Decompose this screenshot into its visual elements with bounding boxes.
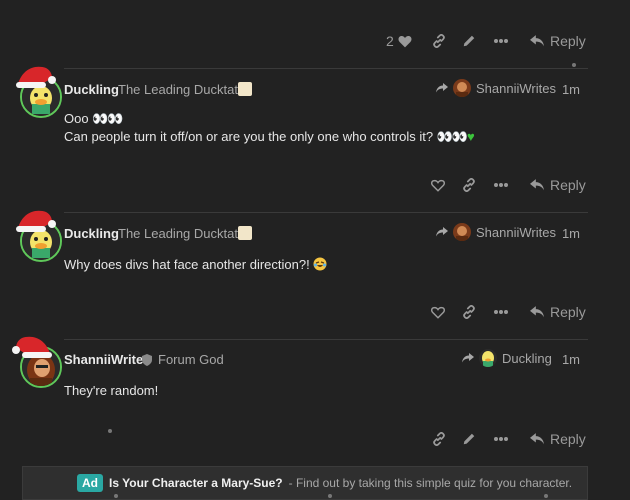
- post-actions: Reply: [0, 170, 630, 200]
- green-heart-emoji: ♥: [467, 129, 475, 144]
- user-avatar[interactable]: [16, 210, 62, 262]
- santa-hat-icon: [12, 336, 52, 358]
- share-arrow-icon: [436, 83, 448, 93]
- reply-to-username: ShanniiWrites: [476, 224, 556, 240]
- copy-link-button[interactable]: [462, 297, 476, 327]
- like-button[interactable]: [431, 297, 445, 327]
- ad-banner[interactable]: Ad Is Your Character a Mary-Sue? - Find …: [22, 466, 588, 500]
- reply-button[interactable]: Reply: [530, 297, 586, 327]
- reply-button[interactable]: Reply: [530, 424, 586, 454]
- post-1: Duckling The Leading Ducktator ShanniiWr…: [0, 66, 630, 214]
- user-avatar[interactable]: [16, 66, 62, 118]
- ad-badge: Ad: [77, 474, 103, 492]
- decorative-dot: [114, 494, 118, 498]
- post-actions-top: 2 Reply: [0, 26, 630, 56]
- post-actions: Reply: [0, 424, 630, 454]
- share-arrow-icon: [462, 353, 474, 363]
- decorative-dot: [544, 494, 548, 498]
- crying-laugh-emoji: [313, 257, 327, 272]
- more-icon: [494, 310, 508, 314]
- more-icon: [494, 39, 508, 43]
- post-user-title: Forum God: [158, 352, 224, 367]
- share-arrow-icon: [436, 227, 448, 237]
- post-body-line: Ooo: [64, 111, 89, 126]
- link-icon: [433, 432, 445, 446]
- shield-icon: [142, 354, 152, 366]
- ad-title[interactable]: Is Your Character a Mary-Sue?: [109, 476, 283, 490]
- ad-text: - Find out by taking this simple quiz fo…: [288, 476, 573, 490]
- copy-link-button[interactable]: [432, 424, 446, 454]
- memo-badge-icon: [238, 82, 252, 96]
- copy-link-button[interactable]: [462, 170, 476, 200]
- reply-to-username: Duckling: [502, 350, 552, 366]
- reply-to-avatar: [453, 79, 471, 97]
- post-user-title: The Leading Ducktator: [118, 226, 250, 241]
- heart-icon: [398, 35, 412, 47]
- post-body-line: Can people turn it off/on or are you the…: [64, 129, 434, 144]
- heart-icon: [431, 306, 445, 319]
- reply-to-tab[interactable]: ShanniiWrites: [436, 223, 556, 241]
- edit-button[interactable]: [462, 424, 476, 454]
- post-3: ShanniiWrites Forum God Duckling 1m They…: [0, 336, 630, 464]
- more-icon: [494, 183, 508, 187]
- like-count: 2: [386, 33, 394, 49]
- like-button[interactable]: [431, 170, 445, 200]
- eyes-emoji: 👀👀: [92, 111, 123, 126]
- reply-icon: [530, 179, 544, 191]
- reply-to-username: ShanniiWrites: [476, 80, 556, 96]
- reply-to-tab[interactable]: ShanniiWrites: [436, 79, 556, 97]
- post-divider: [64, 68, 588, 69]
- link-icon: [463, 178, 475, 192]
- pencil-icon: [463, 35, 475, 47]
- heart-icon: [431, 179, 445, 192]
- post-username[interactable]: Duckling: [64, 82, 119, 97]
- decorative-dot: [572, 63, 576, 67]
- post-body: Why does divs hat face another direction…: [64, 256, 327, 274]
- copy-link-button[interactable]: [432, 26, 446, 56]
- reply-label: Reply: [550, 177, 586, 193]
- post-body-line: They're random!: [64, 383, 159, 398]
- santa-hat-icon: [16, 210, 56, 232]
- eyes-emoji: 👀👀: [436, 129, 468, 144]
- decorative-dot: [328, 494, 332, 498]
- pencil-icon: [463, 433, 475, 445]
- post-user-title: The Leading Ducktator: [118, 82, 250, 97]
- post-actions: Reply: [0, 297, 630, 327]
- reply-icon: [530, 306, 544, 318]
- post-body: They're random!: [64, 382, 158, 400]
- link-icon: [433, 34, 445, 48]
- santa-hat-icon: [16, 66, 56, 88]
- reply-to-tab[interactable]: Duckling: [462, 349, 552, 367]
- reply-to-avatar: [453, 223, 471, 241]
- more-button[interactable]: [494, 424, 508, 454]
- post-time[interactable]: 1m: [562, 352, 580, 367]
- reply-label: Reply: [550, 33, 586, 49]
- reply-button[interactable]: Reply: [530, 26, 586, 56]
- reply-label: Reply: [550, 431, 586, 447]
- post-2: Duckling The Leading Ducktator ShanniiWr…: [0, 210, 630, 340]
- more-button[interactable]: [494, 26, 508, 56]
- post-divider: [64, 212, 588, 213]
- link-icon: [463, 305, 475, 319]
- reply-icon: [530, 433, 544, 445]
- more-button[interactable]: [494, 297, 508, 327]
- post-time[interactable]: 1m: [562, 226, 580, 241]
- reply-icon: [530, 35, 544, 47]
- topic-page: 2 Reply Duckling The Leading Ducktator S…: [0, 0, 630, 500]
- more-icon: [494, 437, 508, 441]
- post-time[interactable]: 1m: [562, 82, 580, 97]
- reply-to-avatar: [479, 349, 497, 367]
- post-body: Ooo 👀👀 Can people turn it off/on or are …: [64, 110, 475, 146]
- more-button[interactable]: [494, 170, 508, 200]
- post-divider: [64, 339, 588, 340]
- user-avatar[interactable]: [12, 336, 62, 388]
- like-button[interactable]: 2: [386, 26, 412, 56]
- post-username[interactable]: Duckling: [64, 226, 119, 241]
- post-username[interactable]: ShanniiWrites: [64, 352, 150, 367]
- reply-button[interactable]: Reply: [530, 170, 586, 200]
- edit-button[interactable]: [462, 26, 476, 56]
- reply-label: Reply: [550, 304, 586, 320]
- memo-badge-icon: [238, 226, 252, 240]
- post-body-line: Why does divs hat face another direction…: [64, 257, 310, 272]
